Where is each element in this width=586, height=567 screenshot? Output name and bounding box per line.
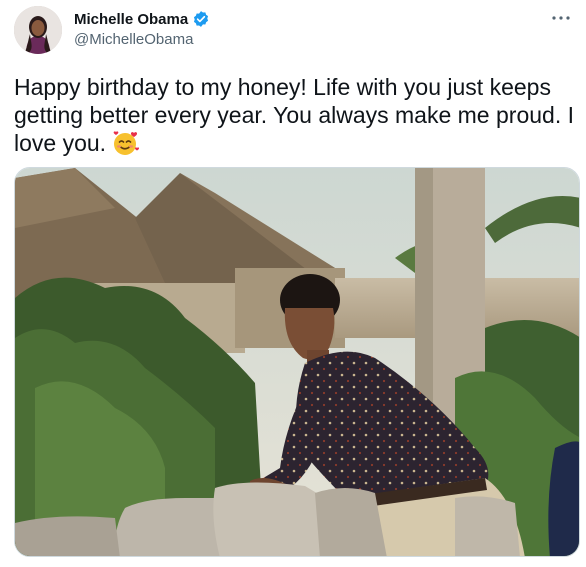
avatar[interactable] (14, 6, 62, 54)
smiling-face-with-hearts-emoji (112, 130, 140, 156)
photo-content (15, 168, 579, 556)
author-info: Michelle Obama @MichelleObama (74, 9, 210, 48)
tweet-text: Happy birthday to my honey! Life with yo… (14, 73, 574, 157)
verified-badge-icon (192, 10, 210, 28)
tweet-text-content: Happy birthday to my honey! Life with yo… (14, 74, 574, 156)
author-handle[interactable]: @MichelleObama (74, 31, 210, 48)
tweet-photo[interactable] (14, 167, 580, 557)
more-options-icon[interactable] (550, 10, 572, 26)
display-name-row: Michelle Obama (74, 9, 210, 29)
display-name[interactable]: Michelle Obama (74, 11, 188, 28)
tweet: Michelle Obama @MichelleObama Happy birt… (0, 0, 586, 567)
tweet-header: Michelle Obama @MichelleObama (14, 6, 574, 54)
